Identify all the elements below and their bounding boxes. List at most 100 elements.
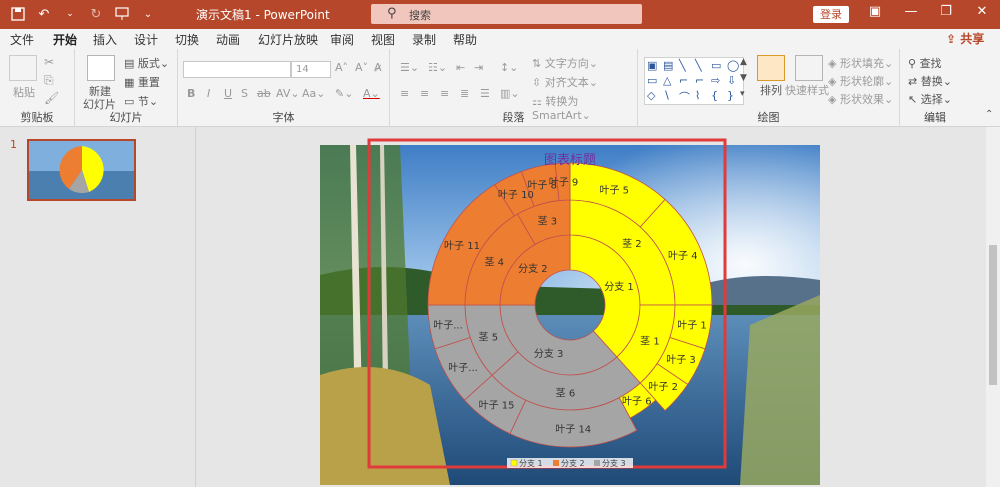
tab-view[interactable]: 视图 — [371, 31, 395, 48]
numbering-icon[interactable]: ☷⌄ — [428, 61, 447, 74]
line-shape-icon[interactable]: ╲ — [679, 59, 695, 74]
shapes-gallery[interactable]: ▣ ▤ ╲ ╲ ▭ ◯ ▭ △ ⌐ ⌐ ⇨ ⇩ ◇ ∖ ⌒ ⌇{} — [644, 57, 744, 105]
tab-help[interactable]: 帮助 — [453, 31, 477, 48]
tab-design[interactable]: 设计 — [134, 31, 158, 48]
tab-transitions[interactable]: 切换 — [175, 31, 199, 48]
align-text-button[interactable]: ⇳ 对齐文本⌄ — [532, 74, 598, 90]
increase-indent-icon[interactable]: ⇥ — [474, 61, 483, 74]
close-icon[interactable]: ✕ — [970, 4, 994, 19]
columns-icon[interactable]: ▥⌄ — [500, 87, 520, 100]
arc-shape-icon[interactable]: ⌒ — [679, 89, 695, 104]
gallery-down-icon[interactable]: ▼ — [740, 73, 747, 83]
shape-fill-button[interactable]: ◈ 形状填充⌄ — [828, 55, 893, 71]
undo-icon[interactable]: ↶ — [34, 4, 54, 24]
line-spacing-icon[interactable]: ↕⌄ — [500, 61, 518, 74]
select-button[interactable]: ↖ 选择⌄ — [908, 91, 952, 107]
shrink-font-icon[interactable]: A˅ — [355, 61, 368, 74]
italic-icon[interactable]: I — [207, 87, 210, 100]
char-spacing-icon[interactable]: AV⌄ — [276, 87, 300, 100]
undo-dropdown-icon[interactable]: ⌄ — [60, 4, 80, 24]
grow-font-icon[interactable]: A˄ — [335, 61, 348, 74]
font-size-box[interactable]: 14 — [291, 61, 331, 78]
arrange-icon[interactable] — [757, 55, 785, 81]
text-direction-button[interactable]: ⇅ 文字方向⌄ — [532, 55, 598, 71]
shape-outline-button[interactable]: ◈ 形状轮廓⌄ — [828, 73, 893, 89]
search-placeholder: 搜索 — [409, 9, 431, 22]
textbox-shape-icon[interactable]: ▣ — [647, 59, 663, 74]
rect2-shape-icon[interactable]: ▭ — [647, 74, 663, 89]
font-family-box[interactable] — [183, 61, 291, 78]
underline-icon[interactable]: U — [224, 87, 232, 100]
align-center-icon[interactable]: ≡ — [420, 87, 429, 100]
slides-label: 幻灯片 — [109, 111, 143, 124]
reset-button[interactable]: ▦ 重置 — [124, 74, 160, 90]
left-brace-shape-icon[interactable]: { — [711, 89, 727, 104]
rect-shape-icon[interactable]: ▭ — [711, 59, 727, 74]
align-right-icon[interactable]: ≡ — [440, 87, 449, 100]
minimize-icon[interactable]: — — [899, 4, 923, 19]
curve-shape-icon[interactable]: ∖ — [663, 89, 679, 104]
cut-icon[interactable]: ✂ — [44, 55, 54, 69]
align-left-icon[interactable]: ≡ — [400, 87, 409, 100]
connector2-shape-icon[interactable]: ⌐ — [695, 74, 711, 89]
arrange-label[interactable]: 排列 — [760, 82, 782, 98]
bold-icon[interactable]: B — [187, 87, 195, 100]
scrollbar-thumb[interactable] — [989, 245, 997, 385]
search-icon: ⚲ — [387, 6, 397, 21]
right-arrow-shape-icon[interactable]: ⇨ — [711, 74, 727, 89]
maximize-icon[interactable]: ❐ — [934, 4, 958, 19]
slide-canvas[interactable] — [320, 145, 820, 485]
save-icon[interactable] — [8, 4, 28, 24]
replace-button[interactable]: ⇄ 替换⌄ — [908, 73, 952, 89]
wave-shape-icon[interactable]: ⌇ — [695, 89, 711, 104]
present-icon[interactable] — [112, 4, 132, 24]
collapse-ribbon-icon[interactable]: ⌃ — [985, 109, 993, 120]
shape-outline-label: 形状轮廓 — [839, 75, 884, 88]
gallery-more-icon[interactable]: ▾ — [740, 89, 745, 99]
quick-styles-icon[interactable] — [795, 55, 823, 81]
line2-shape-icon[interactable]: ╲ — [695, 59, 711, 74]
freeform-shape-icon[interactable]: ◇ — [647, 89, 663, 104]
tab-slideshow[interactable]: 幻灯片放映 — [258, 31, 318, 48]
shape-effects-label: 形状效果 — [839, 93, 884, 106]
connector-shape-icon[interactable]: ⌐ — [679, 74, 695, 89]
redo-icon[interactable]: ↻ — [86, 4, 106, 24]
tab-animations[interactable]: 动画 — [216, 31, 240, 48]
tab-home[interactable]: 开始 — [53, 31, 78, 53]
quick-styles-label[interactable]: 快速样式 — [785, 82, 829, 98]
customize-qat-icon[interactable]: ⌄ — [138, 4, 158, 24]
bullets-icon[interactable]: ☰⌄ — [400, 61, 419, 74]
copy-icon[interactable]: ⎘ — [44, 73, 54, 88]
decrease-indent-icon[interactable]: ⇤ — [456, 61, 465, 74]
find-button[interactable]: ⚲ 查找 — [908, 55, 942, 71]
new-slide-icon[interactable] — [87, 55, 115, 81]
section-button[interactable]: ▭ 节⌄ — [124, 93, 158, 109]
tab-file[interactable]: 文件 — [10, 31, 34, 48]
gallery-up-icon[interactable]: ▲ — [740, 57, 747, 67]
align-text-label: 对齐文本 — [544, 76, 589, 89]
distributed-icon[interactable]: ☰ — [480, 87, 490, 100]
slide-thumbnail[interactable] — [27, 139, 136, 201]
clear-format-icon[interactable]: A̷ — [374, 61, 382, 74]
strikethrough-icon[interactable]: ab — [257, 87, 271, 100]
search-input[interactable]: ⚲ 搜索 — [371, 4, 642, 24]
format-painter-icon[interactable]: 🖌 — [44, 91, 59, 105]
tab-review[interactable]: 审阅 — [330, 31, 354, 48]
font-color-icon[interactable]: A⌄ — [363, 87, 380, 100]
shadow-icon[interactable]: S — [241, 87, 248, 100]
highlight-icon[interactable]: ✎⌄ — [335, 87, 353, 100]
tab-record[interactable]: 录制 — [412, 31, 436, 48]
vertical-scrollbar[interactable] — [986, 127, 1000, 487]
layout-button[interactable]: ▤ 版式⌄ — [124, 55, 169, 71]
shape-effects-button[interactable]: ◈ 形状效果⌄ — [828, 91, 893, 107]
justify-icon[interactable]: ≣ — [460, 87, 469, 100]
triangle-shape-icon[interactable]: △ — [663, 74, 679, 89]
paste-icon[interactable] — [9, 55, 37, 81]
find-label: 查找 — [919, 57, 942, 70]
login-button[interactable]: 登录 — [813, 6, 849, 23]
ribbon-display-icon[interactable]: ▣ — [863, 4, 887, 19]
vertical-textbox-shape-icon[interactable]: ▤ — [663, 59, 679, 74]
change-case-icon[interactable]: Aa⌄ — [302, 87, 325, 100]
share-button[interactable]: ⇪ 共享 — [946, 30, 984, 47]
tab-insert[interactable]: 插入 — [93, 31, 117, 48]
